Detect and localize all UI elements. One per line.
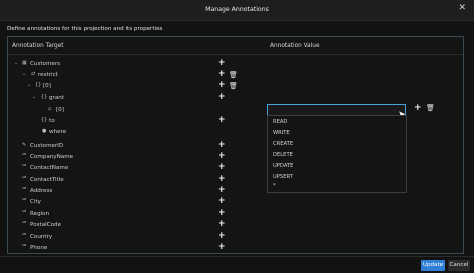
chevron-down-icon[interactable]: ⌄ [27,82,31,88]
item-icon: ▫ [48,106,52,112]
header-divider [8,54,463,55]
tree-label-field: CustomerID [30,143,64,149]
add-annotation-icon[interactable]: + [218,185,226,196]
add-annotation-icon[interactable]: + [218,231,226,242]
tree-label-field: ContactTitle [30,177,64,183]
tree-row-customers[interactable]: ⌄ ▦ Customers + [8,58,463,70]
dropdown-option-create[interactable]: CREATE [273,141,293,147]
delete-icon[interactable]: 🗑 [229,71,238,80]
add-annotation-icon[interactable]: + [218,196,226,207]
tree-label-field: PostalCode [30,222,62,228]
add-annotation-icon[interactable]: + [218,140,226,151]
add-annotation-icon[interactable]: + [218,174,226,185]
text-field-icon: ᴬᴮ [22,187,27,193]
tree-label-to: to [49,118,55,124]
tree-row-field[interactable]: ᴬᴮ City + [8,196,463,208]
add-annotation-icon[interactable]: + [218,208,226,219]
delete-value-icon[interactable]: 🗑 [426,104,435,112]
add-annotation-icon[interactable]: + [218,162,226,173]
add-annotation-icon[interactable]: + [218,151,226,162]
tree-label-where: where [49,129,67,135]
add-annotation-icon[interactable]: + [218,58,226,69]
dropdown-option-update[interactable]: UPDATE [273,163,293,169]
tree-label-restrict: restrict [38,72,58,78]
tree-label-field: City [30,199,41,205]
bullet-icon: ● [42,128,47,134]
cancel-button[interactable]: Cancel [448,260,470,271]
relation-icon: ⇄ [31,71,36,77]
add-annotation-icon[interactable]: + [218,92,226,103]
column-header-value: Annotation Value [270,43,320,49]
text-field-icon: ᴬᴮ [22,176,27,182]
tree-label-field: ContactName [30,165,69,171]
text-field-icon: ᴬᴮ [22,164,27,170]
tree-row-field[interactable]: ᴬᴮ Region + [8,208,463,220]
update-button[interactable]: Update [421,260,445,271]
tree-row-restrict[interactable]: ⌄ ⇄ restrict + 🗑 [8,69,463,81]
dialog-title: Manage Annotations [205,6,269,13]
tree-label-field: Phone [30,245,48,251]
object-icon: {} [41,117,48,123]
close-icon[interactable]: ✕ [458,4,466,13]
add-annotation-icon[interactable]: + [218,219,226,230]
dropdown-option-all[interactable]: * [273,183,276,189]
annotation-value-dropdown: READ WRITE CREATE DELETE UPDATE UPSERT * [267,115,407,193]
key-field-icon: ✎ [22,142,27,148]
object-icon: {} [35,82,42,88]
dropdown-option-delete[interactable]: DELETE [273,152,293,158]
text-field-icon: ᴬᴮ [22,233,27,239]
add-annotation-icon[interactable]: + [218,80,226,91]
add-value-icon[interactable]: + [414,103,422,113]
add-annotation-icon[interactable]: + [218,242,226,253]
dropdown-option-upsert[interactable]: UPSERT [273,174,293,180]
tree-row-grant[interactable]: ⌄ {} grant + [8,92,463,104]
chevron-down-icon[interactable]: ⌄ [14,60,18,66]
text-field-icon: ᴬᴮ [22,198,27,204]
tree-label-index-0: [0] [43,83,51,89]
tree-row-field[interactable]: ᴬᴮ Phone + [8,242,463,254]
tree-label-grant-index-0: [0] [56,107,64,113]
tree-label-field: Region [30,211,50,217]
tree-label-field: Country [30,234,53,240]
tree-label-field: CompanyName [30,154,74,160]
chevron-down-icon[interactable]: ⌄ [22,71,26,77]
tree-label-customers: Customers [30,61,61,67]
tree-label-grant: grant [49,95,65,101]
text-field-icon: ᴬᴮ [22,153,27,159]
dropdown-option-write[interactable]: WRITE [273,130,290,136]
text-field-icon: ᴬᴮ [22,221,27,227]
text-field-icon: ᴬᴮ [22,210,27,216]
tree-row-index-0[interactable]: ⌄ {} [0] + 🗑 [8,80,463,92]
tree-label-field: Address [30,188,53,194]
column-header-target: Annotation Target [12,43,64,49]
tree-row-field[interactable]: ᴬᴮ Country + [8,231,463,243]
dropdown-option-read[interactable]: READ [273,119,287,125]
chevron-down-icon[interactable]: ⌄ [32,94,36,100]
entity-icon: ▦ [22,60,27,66]
tree-row-field[interactable]: ᴬᴮ PostalCode + [8,219,463,231]
dialog-titlebar: Manage Annotations ✕ [0,0,474,21]
add-annotation-icon[interactable]: + [218,115,226,126]
text-field-icon: ᴬᴮ [22,244,27,250]
add-annotation-icon[interactable]: + [218,69,226,80]
dialog-subtitle: Define annotations for this projection a… [7,26,163,32]
delete-icon[interactable]: 🗑 [229,82,238,91]
object-icon: {} [41,94,48,100]
footer-divider [0,256,474,257]
